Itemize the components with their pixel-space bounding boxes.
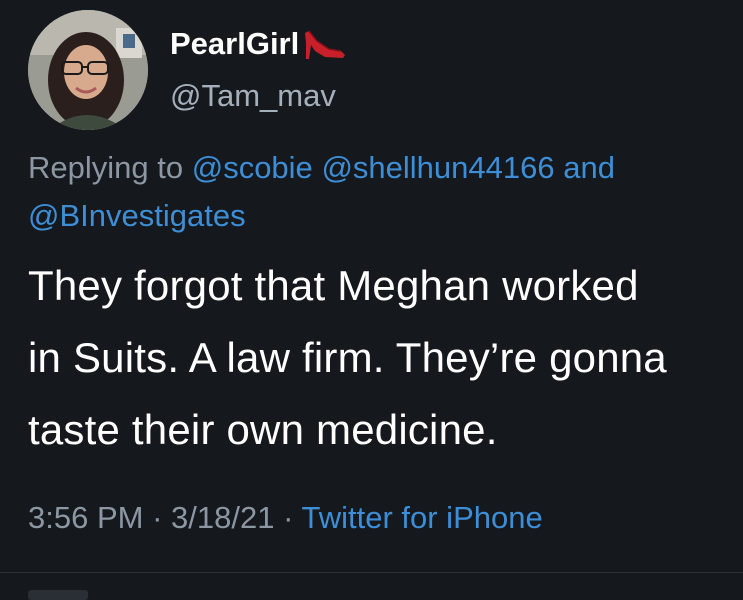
- tweet-card: PearlGirl @Tam_mav Replying to @scobie @…: [0, 0, 743, 600]
- tweet-text-line: in Suits. A law firm. They’re gonna: [28, 334, 667, 381]
- replying-to-label: Replying to: [28, 150, 184, 185]
- mention-conjunction[interactable]: and: [563, 150, 615, 185]
- cropped-content-hint: [28, 590, 88, 600]
- tweet-text-line: They forgot that Meghan worked: [28, 262, 639, 309]
- author-name-text: PearlGirl: [170, 26, 300, 61]
- divider: [0, 572, 743, 573]
- mention-link[interactable]: @shellhun44166: [321, 150, 554, 185]
- avatar[interactable]: [28, 10, 148, 130]
- high-heel-shoe-icon: [303, 27, 347, 61]
- avatar-photo: [28, 10, 148, 130]
- meta-separator: ·: [283, 500, 294, 535]
- mention-link[interactable]: @BInvestigates: [28, 198, 246, 233]
- meta-separator: ·: [152, 500, 163, 535]
- tweet-metadata: 3:56 PM · 3/18/21 · Twitter for iPhone: [28, 500, 543, 536]
- author-display-name[interactable]: PearlGirl: [170, 26, 347, 62]
- replying-to-line-continued: @BInvestigates: [28, 198, 246, 234]
- replying-to-line: Replying to @scobie @shellhun44166 and: [28, 150, 615, 186]
- tweet-date[interactable]: 3/18/21: [171, 500, 274, 535]
- tweet-time[interactable]: 3:56 PM: [28, 500, 143, 535]
- tweet-text-line: taste their own medicine.: [28, 406, 498, 453]
- tweet-source-link[interactable]: Twitter for iPhone: [301, 500, 542, 535]
- author-handle[interactable]: @Tam_mav: [170, 78, 336, 114]
- mention-link[interactable]: @scobie: [192, 150, 313, 185]
